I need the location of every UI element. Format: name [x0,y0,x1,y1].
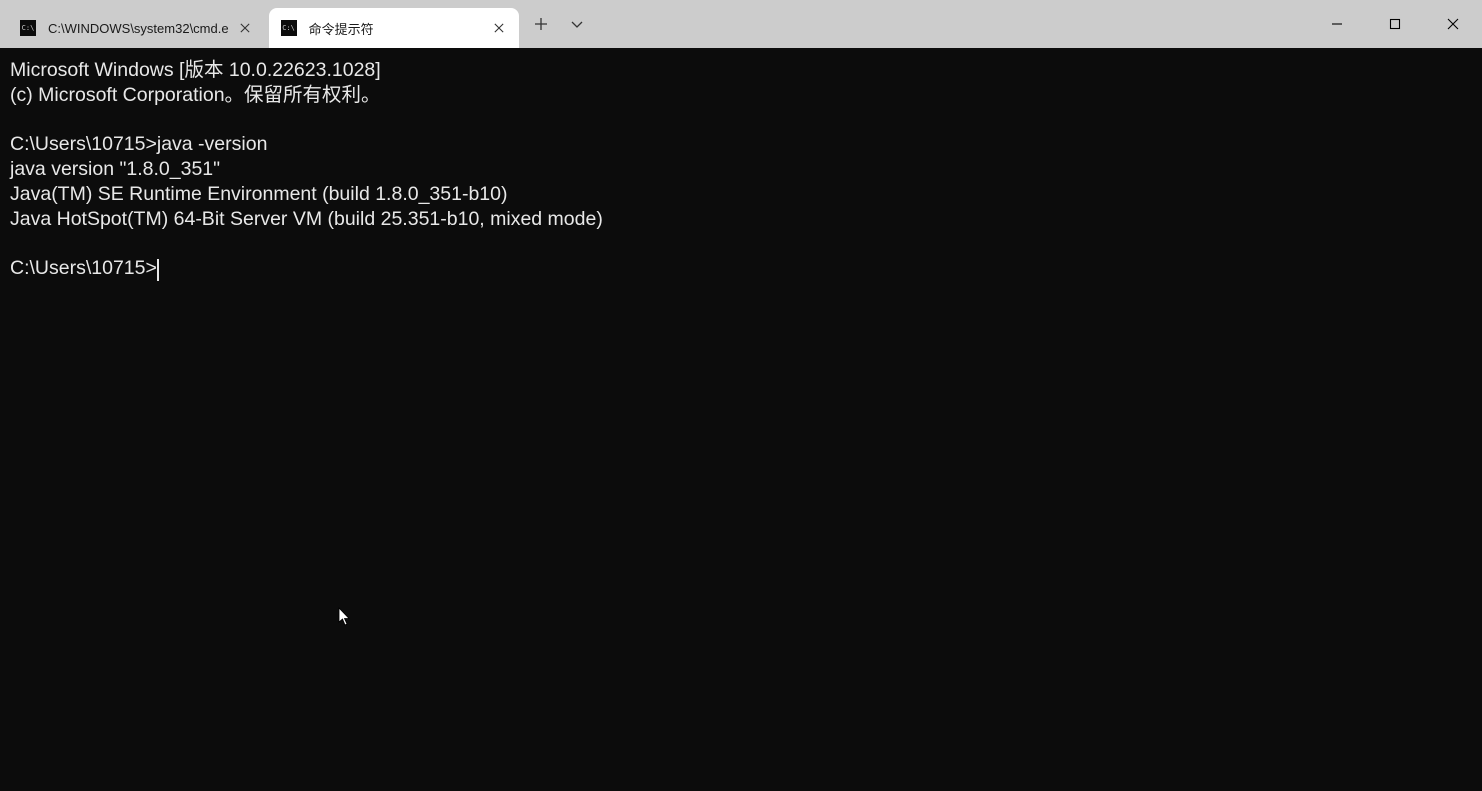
terminal-prompt: C:\Users\10715> [10,257,157,279]
tabs-area: C:\ C:\WINDOWS\system32\cmd.e C:\ 命令提示符 [0,0,519,48]
minimize-button[interactable] [1308,0,1366,48]
tab-cmd-path[interactable]: C:\ C:\WINDOWS\system32\cmd.e [8,8,265,48]
titlebar-drag-area[interactable] [595,0,1308,48]
terminal-output[interactable]: Microsoft Windows [版本 10.0.22623.1028] (… [0,48,1482,791]
tab-command-prompt[interactable]: C:\ 命令提示符 [269,8,519,48]
new-tab-button[interactable] [523,6,559,42]
minimize-icon [1331,18,1343,30]
mouse-pointer [316,583,352,657]
maximize-button[interactable] [1366,0,1424,48]
plus-icon [534,17,548,31]
tabbar-actions [519,0,595,48]
text-cursor [157,259,159,281]
terminal-line: (c) Microsoft Corporation。保留所有权利。 [10,84,381,106]
close-icon [1447,18,1459,30]
close-icon [494,23,504,33]
close-icon [240,23,250,33]
window-controls [1308,0,1482,48]
close-window-button[interactable] [1424,0,1482,48]
maximize-icon [1389,18,1401,30]
close-tab-button[interactable] [235,18,255,38]
chevron-down-icon [570,17,584,31]
terminal-line: java version "1.8.0_351" [10,158,220,180]
tab-title: 命令提示符 [309,19,483,38]
tab-title: C:\WINDOWS\system32\cmd.e [48,21,229,36]
terminal-icon: C:\ [20,20,36,36]
tab-dropdown-button[interactable] [559,6,595,42]
terminal-icon: C:\ [281,20,297,36]
terminal-line: Java HotSpot(TM) 64-Bit Server VM (build… [10,208,603,230]
terminal-line: Java(TM) SE Runtime Environment (build 1… [10,183,507,205]
terminal-line: C:\Users\10715>java -version [10,133,267,155]
titlebar: C:\ C:\WINDOWS\system32\cmd.e C:\ 命令提示符 [0,0,1482,48]
terminal-line: Microsoft Windows [版本 10.0.22623.1028] [10,59,381,81]
close-tab-button[interactable] [489,18,509,38]
